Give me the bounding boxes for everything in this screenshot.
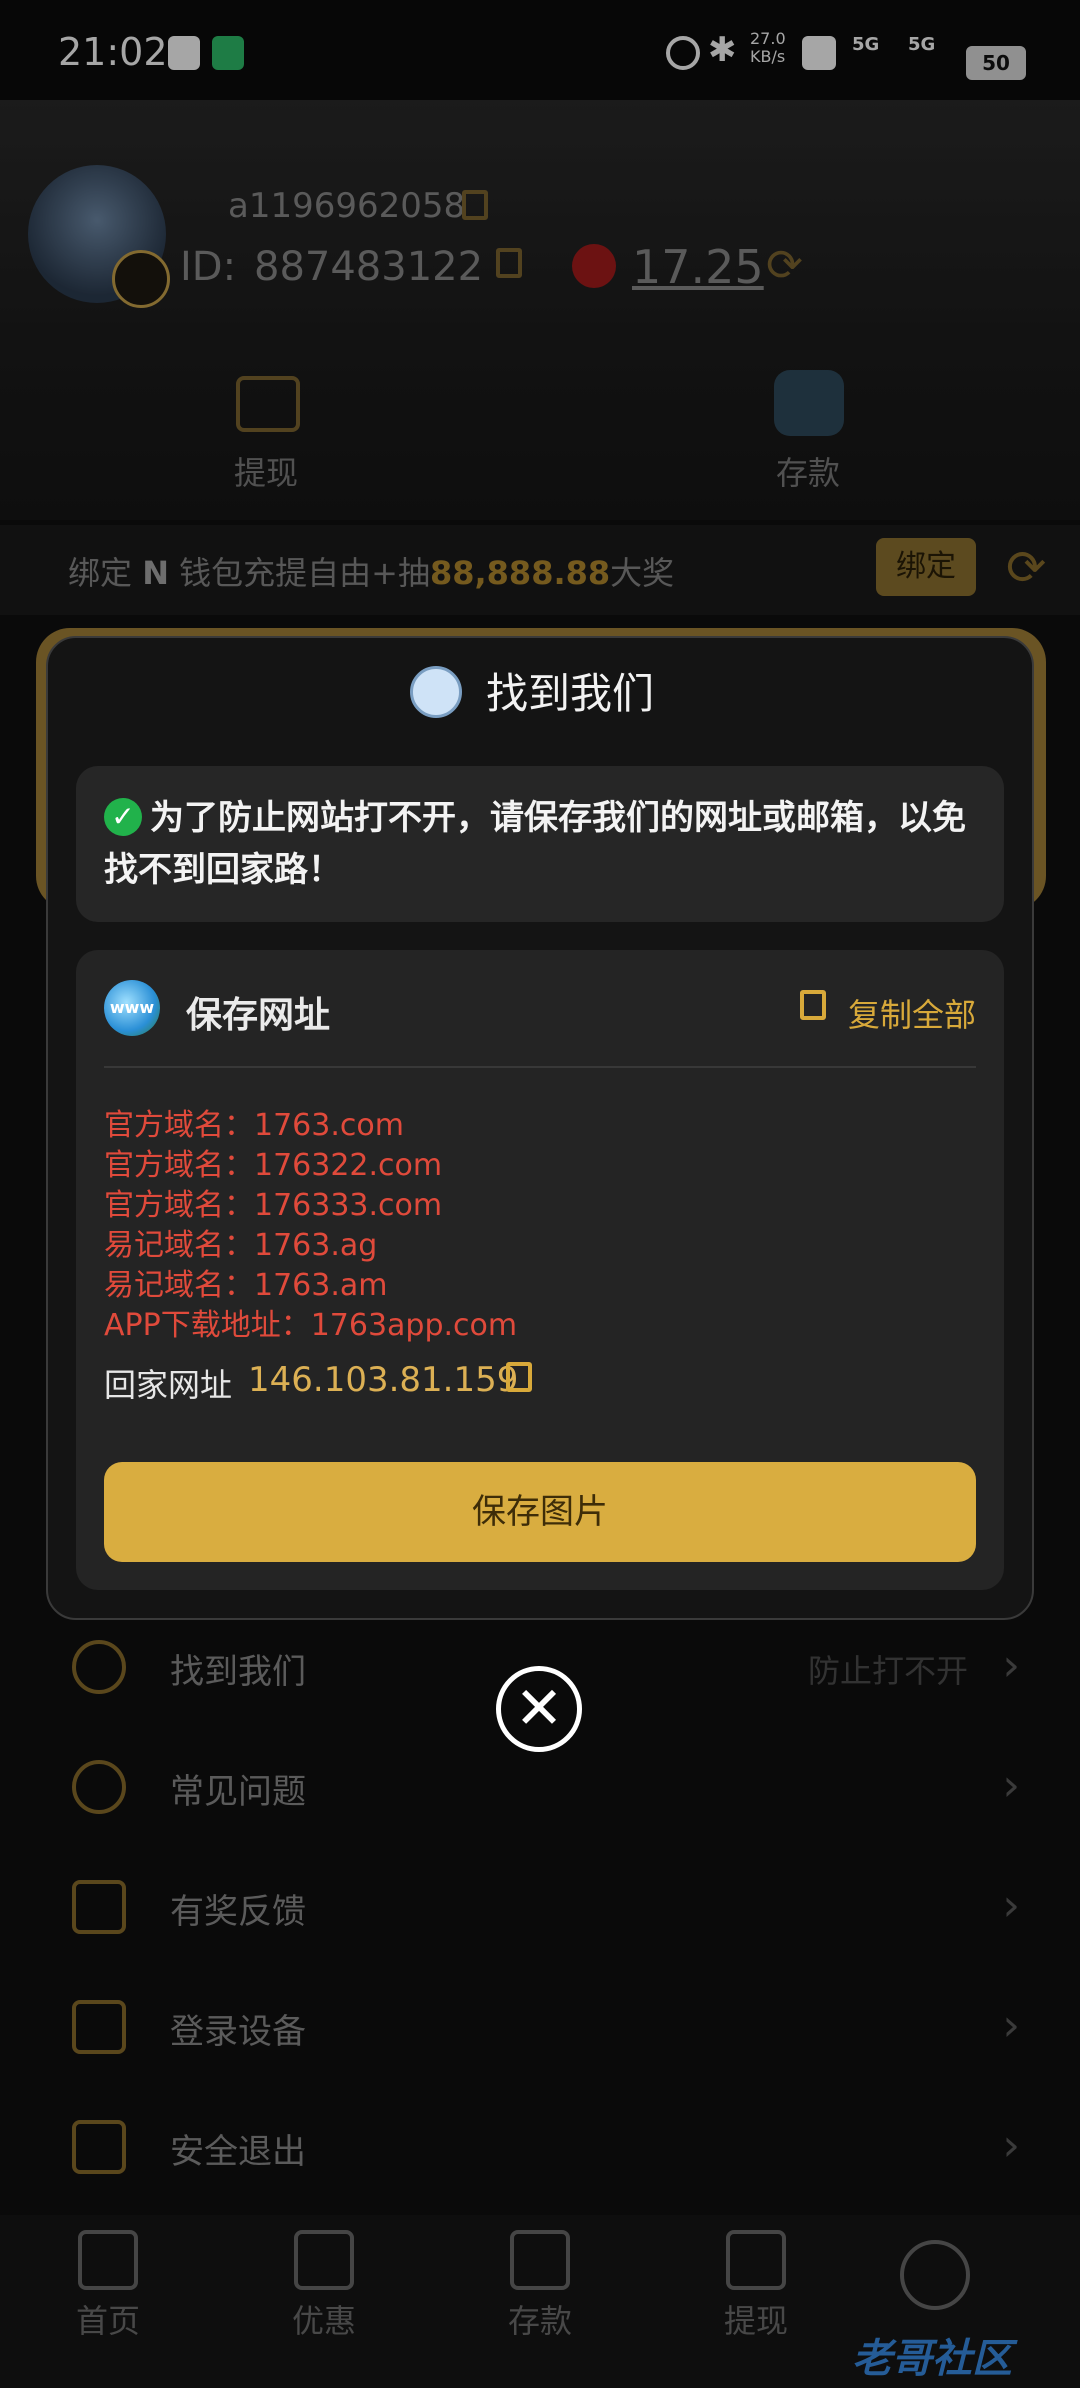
notice-text: 为了防止网站打不开，请保存我们的网址或邮箱，以免找不到回家路！ <box>104 798 966 890</box>
card-title: 保存网址 <box>186 995 331 1036</box>
save-image-button[interactable]: 保存图片 <box>104 1462 976 1562</box>
notice-box: ✓ 为了防止网站打不开，请保存我们的网址或邮箱，以免找不到回家路！ <box>76 766 1004 922</box>
globe-icon: www <box>104 980 160 1036</box>
copy-all-button[interactable]: 复制全部 <box>848 990 976 1036</box>
domain-line: 易记域名：1763.ag <box>104 1228 378 1263</box>
domain-line: 官方域名：176322.com <box>104 1148 443 1183</box>
copy-home-url-icon[interactable] <box>506 1362 532 1392</box>
home-url-value: 146.103.81.159 <box>248 1360 519 1400</box>
home-url-label: 回家网址 <box>104 1366 233 1404</box>
card-divider <box>104 1066 976 1068</box>
close-icon[interactable]: ✕ <box>496 1666 582 1752</box>
modal-title: 找到我们 <box>485 669 654 718</box>
copy-all-icon[interactable] <box>800 990 826 1020</box>
domain-line: 官方域名：176333.com <box>104 1188 443 1223</box>
domain-line: 官方域名：1763.com <box>104 1108 404 1143</box>
domain-line: APP下载地址：1763app.com <box>104 1308 518 1343</box>
domain-line: 易记域名：1763.am <box>104 1268 388 1303</box>
